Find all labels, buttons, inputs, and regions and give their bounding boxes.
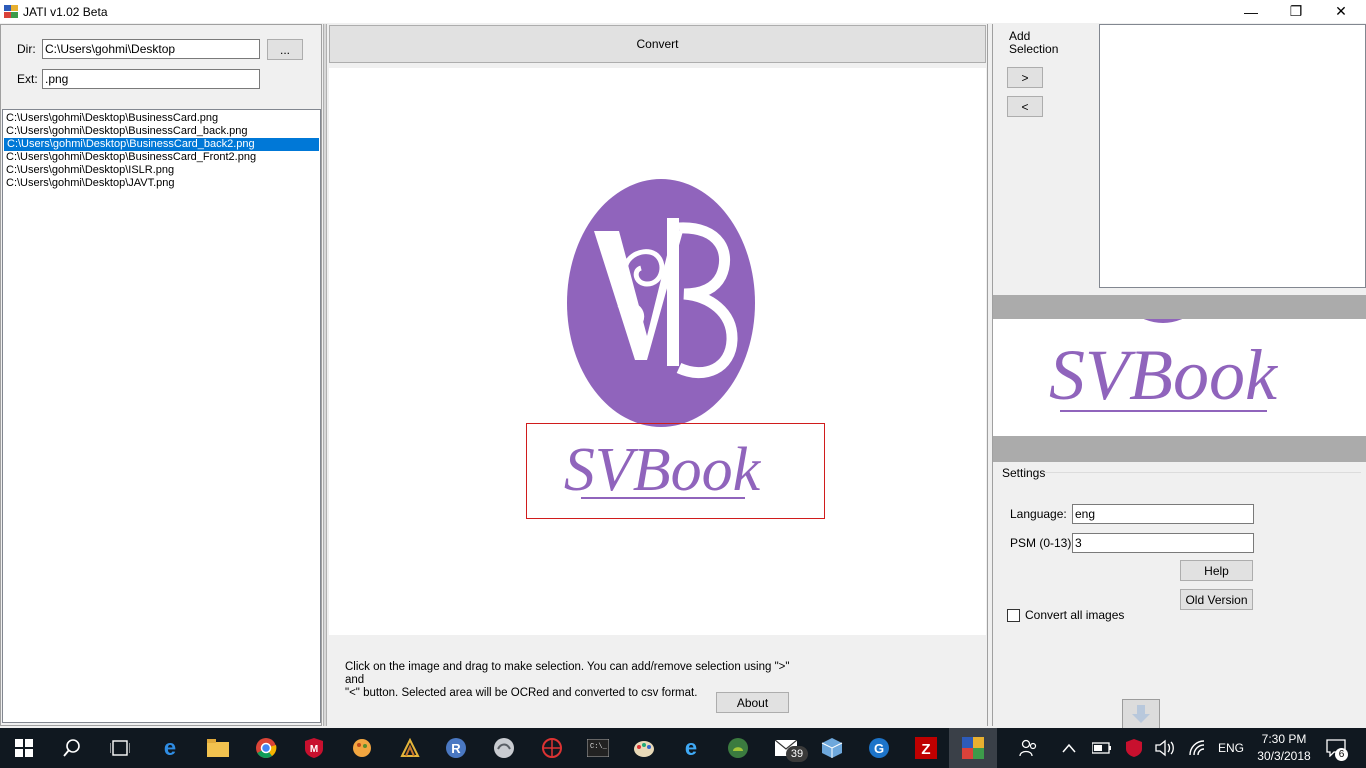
notification-count-badge: 6 bbox=[1335, 748, 1348, 761]
file-item[interactable]: C:\Users\gohmi\Desktop\BusinessCard.png bbox=[3, 112, 320, 125]
file-item[interactable]: C:\Users\gohmi\Desktop\BusinessCard_Fron… bbox=[3, 151, 320, 164]
settings-title: Settings bbox=[1002, 466, 1046, 480]
file-list[interactable]: C:\Users\gohmi\Desktop\BusinessCard.png … bbox=[2, 109, 321, 723]
browse-button[interactable]: ... bbox=[267, 39, 303, 60]
scroll-down-button[interactable] bbox=[1122, 699, 1160, 729]
battery-icon[interactable] bbox=[1088, 734, 1116, 762]
ext-label: Ext: bbox=[17, 72, 38, 86]
dir-label: Dir: bbox=[17, 42, 36, 56]
tiles-app-icon[interactable] bbox=[396, 734, 424, 762]
file-browser-panel: Dir: C:\Users\gohmi\Desktop ... Ext: .pn… bbox=[0, 24, 322, 726]
ie-icon[interactable]: e bbox=[677, 734, 705, 762]
dir-input[interactable]: C:\Users\gohmi\Desktop bbox=[42, 39, 260, 59]
vpn-app-icon[interactable] bbox=[490, 734, 518, 762]
clock-date: 30/3/2018 bbox=[1257, 749, 1311, 763]
input-language[interactable]: ENG bbox=[1218, 728, 1244, 768]
panel-splitter[interactable] bbox=[323, 24, 327, 726]
svg-text:C:\_: C:\_ bbox=[590, 743, 608, 751]
security-tray-icon[interactable] bbox=[1120, 734, 1148, 762]
clock-time: 7:30 PM bbox=[1261, 732, 1307, 746]
convert-all-checkbox[interactable] bbox=[1007, 609, 1020, 622]
selection-rectangle[interactable] bbox=[526, 423, 825, 519]
file-item-selected[interactable]: C:\Users\gohmi\Desktop\BusinessCard_back… bbox=[4, 138, 319, 151]
add-selection-label-line1: Add bbox=[1009, 29, 1031, 43]
down-arrow-icon bbox=[1132, 705, 1150, 723]
volume-icon[interactable] bbox=[1151, 734, 1179, 762]
selection-list[interactable] bbox=[1099, 24, 1366, 288]
title-bar: JATI v1.02 Beta — ❐ ✕ bbox=[0, 0, 1366, 23]
add-selection-button[interactable]: > bbox=[1007, 67, 1043, 88]
search-icon[interactable] bbox=[58, 734, 86, 762]
preview-text: SVBook bbox=[1049, 335, 1279, 415]
terminal-icon[interactable]: C:\_ bbox=[584, 734, 612, 762]
file-item[interactable]: C:\Users\gohmi\Desktop\JAVT.png bbox=[3, 177, 320, 190]
jati-app-icon[interactable] bbox=[959, 734, 987, 762]
preview-bottom-band bbox=[993, 436, 1366, 462]
file-explorer-icon[interactable] bbox=[204, 734, 232, 762]
filezilla-icon[interactable]: Z bbox=[912, 734, 940, 762]
r-app-icon[interactable]: R bbox=[442, 734, 470, 762]
add-selection-label-line2: Selection bbox=[1009, 42, 1059, 56]
task-view-icon[interactable] bbox=[106, 734, 134, 762]
selection-panel: Add Selection > < SVBook Settings Langua… bbox=[992, 24, 1366, 729]
convert-all-label: Convert all images bbox=[1025, 608, 1125, 622]
android-studio-icon[interactable] bbox=[724, 734, 752, 762]
taskbar: e M R C:\_ e 39 G Z ENG 7:30 PM 30/3/201… bbox=[0, 728, 1366, 768]
instructions-line1: Click on the image and drag to make sele… bbox=[345, 661, 790, 686]
maximize-icon: ❐ bbox=[1289, 3, 1303, 19]
close-icon: ✕ bbox=[1335, 3, 1347, 19]
spider-app-icon[interactable] bbox=[538, 734, 566, 762]
old-version-button[interactable]: Old Version bbox=[1180, 589, 1253, 610]
image-canvas[interactable]: SVBook bbox=[329, 68, 986, 635]
box-app-icon[interactable] bbox=[818, 734, 846, 762]
edge-icon[interactable]: e bbox=[156, 734, 184, 762]
file-item[interactable]: C:\Users\gohmi\Desktop\BusinessCard_back… bbox=[3, 125, 320, 138]
windows-start-icon[interactable] bbox=[10, 734, 38, 762]
close-button[interactable]: ✕ bbox=[1318, 0, 1364, 23]
logo-image: SVBook bbox=[564, 179, 762, 504]
settings-divider bbox=[1043, 472, 1361, 473]
selection-preview: SVBook bbox=[993, 319, 1366, 436]
image-panel: Convert SVBook Click on the image and dr… bbox=[328, 24, 988, 726]
preview-top-band bbox=[993, 295, 1366, 319]
app-icon bbox=[4, 5, 18, 18]
minimize-button[interactable]: — bbox=[1228, 0, 1274, 23]
preview-image: SVBook bbox=[1049, 319, 1279, 415]
convert-button[interactable]: Convert bbox=[329, 25, 986, 63]
svg-text:R: R bbox=[451, 741, 461, 756]
psm-label: PSM (0-13): bbox=[1010, 536, 1075, 550]
people-icon[interactable] bbox=[1015, 734, 1043, 762]
svg-text:G: G bbox=[874, 741, 884, 756]
svg-text:Z: Z bbox=[921, 741, 930, 758]
mail-badge: 39 bbox=[786, 746, 808, 762]
clock[interactable]: 7:30 PM 30/3/2018 bbox=[1253, 731, 1315, 765]
g-app-icon[interactable]: G bbox=[865, 734, 893, 762]
minimize-icon: — bbox=[1244, 3, 1258, 20]
file-item[interactable]: C:\Users\gohmi\Desktop\ISLR.png bbox=[3, 164, 320, 177]
language-input[interactable]: eng bbox=[1072, 504, 1254, 524]
remove-selection-button[interactable]: < bbox=[1007, 96, 1043, 117]
about-button[interactable]: About bbox=[716, 692, 789, 713]
maximize-button[interactable]: ❐ bbox=[1273, 0, 1319, 23]
psm-input[interactable]: 3 bbox=[1072, 533, 1254, 553]
svg-text:M: M bbox=[310, 744, 318, 755]
ext-input[interactable]: .png bbox=[42, 69, 260, 89]
window-title: JATI v1.02 Beta bbox=[23, 5, 108, 19]
paint-icon[interactable] bbox=[630, 734, 658, 762]
wifi-icon[interactable] bbox=[1184, 734, 1212, 762]
paint-app-icon[interactable] bbox=[348, 734, 376, 762]
language-label: Language: bbox=[1010, 507, 1067, 521]
chrome-icon[interactable] bbox=[252, 734, 280, 762]
chevron-up-icon[interactable] bbox=[1055, 734, 1083, 762]
help-button[interactable]: Help bbox=[1180, 560, 1253, 581]
mcafee-icon[interactable]: M bbox=[300, 734, 328, 762]
